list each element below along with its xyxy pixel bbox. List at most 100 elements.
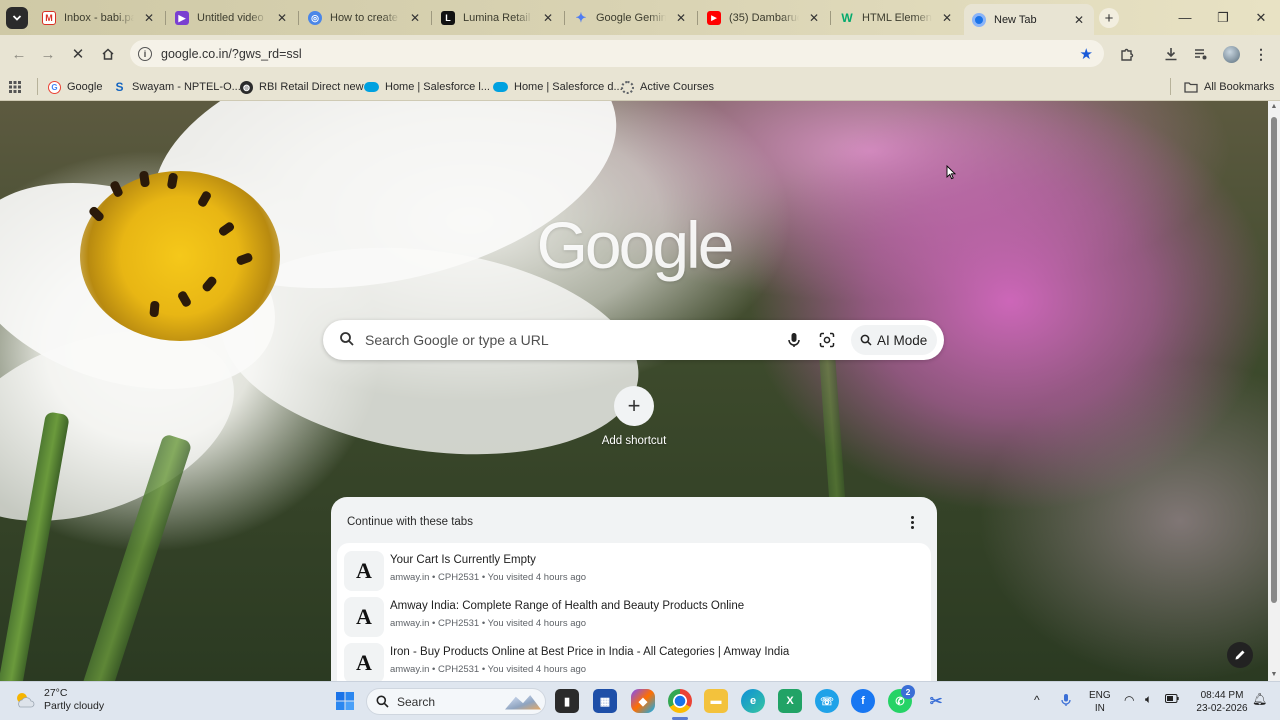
bookmark-salesforce-1[interactable]: Home | Salesforce l... xyxy=(364,77,490,97)
weather-widget[interactable]: 27°C Partly cloudy xyxy=(14,687,104,713)
tab-divider xyxy=(830,11,831,25)
list-item[interactable]: A Your Cart Is Currently Empty amway.in … xyxy=(344,551,924,591)
edge-app[interactable]: e xyxy=(741,689,765,713)
tab-gemini[interactable]: ✦ Google Gemini ✕ xyxy=(566,5,696,31)
close-icon[interactable]: ✕ xyxy=(408,11,422,25)
language-indicator[interactable]: ENG IN xyxy=(1089,689,1111,715)
add-shortcut-button[interactable]: + Add shortcut xyxy=(594,386,674,456)
task-view-button[interactable]: ▮ xyxy=(555,689,579,713)
minimize-button[interactable]: — xyxy=(1166,0,1204,35)
tab-youtube[interactable]: ▶ (35) Dambarudhar ✕ xyxy=(699,5,829,31)
bookmark-swayam[interactable]: S Swayam - NPTEL-O... xyxy=(113,77,240,97)
snipping-tool-app[interactable]: ✂ xyxy=(924,689,948,713)
excel-app[interactable]: X xyxy=(778,689,802,713)
extensions-button[interactable] xyxy=(1116,43,1138,65)
close-icon[interactable]: ✕ xyxy=(541,11,555,25)
back-button[interactable]: ← xyxy=(8,43,30,65)
taskbar-search[interactable]: Search xyxy=(366,688,546,715)
list-item[interactable]: A Iron - Buy Products Online at Best Pri… xyxy=(344,643,924,681)
close-icon[interactable]: ✕ xyxy=(275,11,289,25)
tab-html-elements[interactable]: W HTML Elements ✕ xyxy=(832,5,962,31)
more-options-button[interactable] xyxy=(903,513,921,531)
profile-button[interactable] xyxy=(1220,43,1242,65)
site-info-icon[interactable]: i xyxy=(138,46,152,61)
close-window-button[interactable]: ✕ xyxy=(1242,0,1280,35)
tab-title: Inbox - babi.patra xyxy=(64,12,134,24)
clock-date: 23-02-2026 xyxy=(1196,703,1248,714)
chrome-menu-button[interactable]: ⋮ xyxy=(1250,43,1272,65)
microphone-tray-button[interactable] xyxy=(1060,693,1072,711)
task-view-icon: ▮ xyxy=(563,695,571,708)
salesforce-icon xyxy=(364,82,379,92)
google-lens-button[interactable] xyxy=(817,330,837,350)
bookmark-label: RBI Retail Direct new xyxy=(259,81,364,93)
playlist-icon xyxy=(1195,49,1207,60)
tab-clipchamp[interactable]: ▶ Untitled video - Clipchamp ✕ xyxy=(167,5,297,31)
chrome-app[interactable] xyxy=(668,689,692,713)
globe-icon: ◍ xyxy=(240,80,253,94)
close-icon[interactable]: ✕ xyxy=(1072,13,1086,27)
battery-button[interactable] xyxy=(1165,694,1179,707)
tab-how-to-create[interactable]: ◎ How to create element ✕ xyxy=(300,5,430,31)
forward-button[interactable]: → xyxy=(37,43,59,65)
clock[interactable]: 08:44 PM 23-02-2026 xyxy=(1196,689,1248,715)
scroll-down-icon[interactable]: ▼ xyxy=(1270,671,1278,679)
list-item-title: Iron - Buy Products Online at Best Price… xyxy=(390,646,790,658)
facebook-icon: f xyxy=(861,695,865,707)
notifications-button[interactable]: 🔔︎ xyxy=(1252,693,1267,707)
voice-search-button[interactable] xyxy=(784,330,804,350)
whatsapp-app[interactable]: ✆ 2 xyxy=(888,685,915,713)
close-icon[interactable]: ✕ xyxy=(940,11,954,25)
restore-button[interactable]: ❐ xyxy=(1204,0,1242,35)
store-app[interactable]: ▦ xyxy=(593,689,617,713)
apps-button[interactable] xyxy=(8,77,22,97)
media-controls-button[interactable] xyxy=(1190,43,1212,65)
search-input[interactable]: Search Google or type a URL xyxy=(365,332,549,348)
tab-divider xyxy=(298,11,299,25)
gmail-icon: M xyxy=(42,11,56,25)
bookmark-active-courses[interactable]: Active Courses xyxy=(621,77,714,97)
tab-strip: M Inbox - babi.patra ✕ ▶ Untitled video … xyxy=(0,0,1280,35)
search-box[interactable]: Search Google or type a URL AI Mode xyxy=(323,320,944,360)
new-tab-button[interactable]: + xyxy=(1099,8,1119,28)
bookmark-google[interactable]: G Google xyxy=(48,77,102,97)
customize-button[interactable] xyxy=(1227,642,1253,668)
file-explorer-app[interactable]: ▬ xyxy=(704,689,728,713)
tab-title: Untitled video - Clipchamp xyxy=(197,12,267,24)
home-button[interactable] xyxy=(97,43,119,65)
facebook-app[interactable]: f xyxy=(851,689,875,713)
volume-button[interactable]: 🔈︎ xyxy=(1145,693,1152,707)
chevron-down-icon xyxy=(12,15,22,21)
show-hidden-icons-button[interactable]: ^ xyxy=(1034,694,1040,707)
downloads-button[interactable] xyxy=(1160,43,1182,65)
tab-title: Google Gemini xyxy=(596,12,666,24)
address-url[interactable]: google.co.in/?gws_rd=ssl xyxy=(161,47,302,61)
bell-icon: 🔔︎ xyxy=(1252,692,1268,706)
close-icon[interactable]: ✕ xyxy=(807,11,821,25)
start-button[interactable] xyxy=(333,689,357,713)
wifi-button[interactable]: ◠ xyxy=(1124,694,1134,708)
close-icon[interactable]: ✕ xyxy=(142,11,156,25)
copilot-app[interactable]: ◆ xyxy=(631,689,655,713)
scroll-up-icon[interactable]: ▲ xyxy=(1270,103,1278,111)
bookmark-salesforce-2[interactable]: Home | Salesforce d... xyxy=(493,77,623,97)
phone-link-app[interactable]: ☏ xyxy=(815,689,839,713)
tab-new-tab[interactable]: New Tab ✕ xyxy=(964,4,1094,35)
tab-gmail[interactable]: M Inbox - babi.patra ✕ xyxy=(34,5,164,31)
ai-mode-button[interactable]: AI Mode xyxy=(851,325,937,355)
speaker-icon: 🔈︎ xyxy=(1145,692,1153,706)
bookmark-star-icon[interactable]: ★ xyxy=(1080,45,1093,63)
tab-search-button[interactable] xyxy=(6,7,28,29)
list-item[interactable]: A Amway India: Complete Range of Health … xyxy=(344,597,924,637)
address-bar[interactable]: i google.co.in/?gws_rd=ssl ★ xyxy=(130,40,1104,67)
vertical-scrollbar[interactable]: ▲ ▼ xyxy=(1268,101,1280,681)
close-icon[interactable]: ✕ xyxy=(674,11,688,25)
all-bookmarks-button[interactable]: All Bookmarks xyxy=(1184,77,1274,97)
bookmark-divider xyxy=(37,78,38,95)
tab-lumina-retail[interactable]: L Lumina Retail | Catalog ✕ xyxy=(433,5,563,31)
stop-button[interactable]: ✕ xyxy=(67,43,89,65)
loading-icon xyxy=(621,80,634,94)
windows-logo-icon xyxy=(336,692,354,710)
scrollbar-thumb[interactable] xyxy=(1271,117,1277,603)
bookmark-rbi[interactable]: ◍ RBI Retail Direct new xyxy=(240,77,364,97)
